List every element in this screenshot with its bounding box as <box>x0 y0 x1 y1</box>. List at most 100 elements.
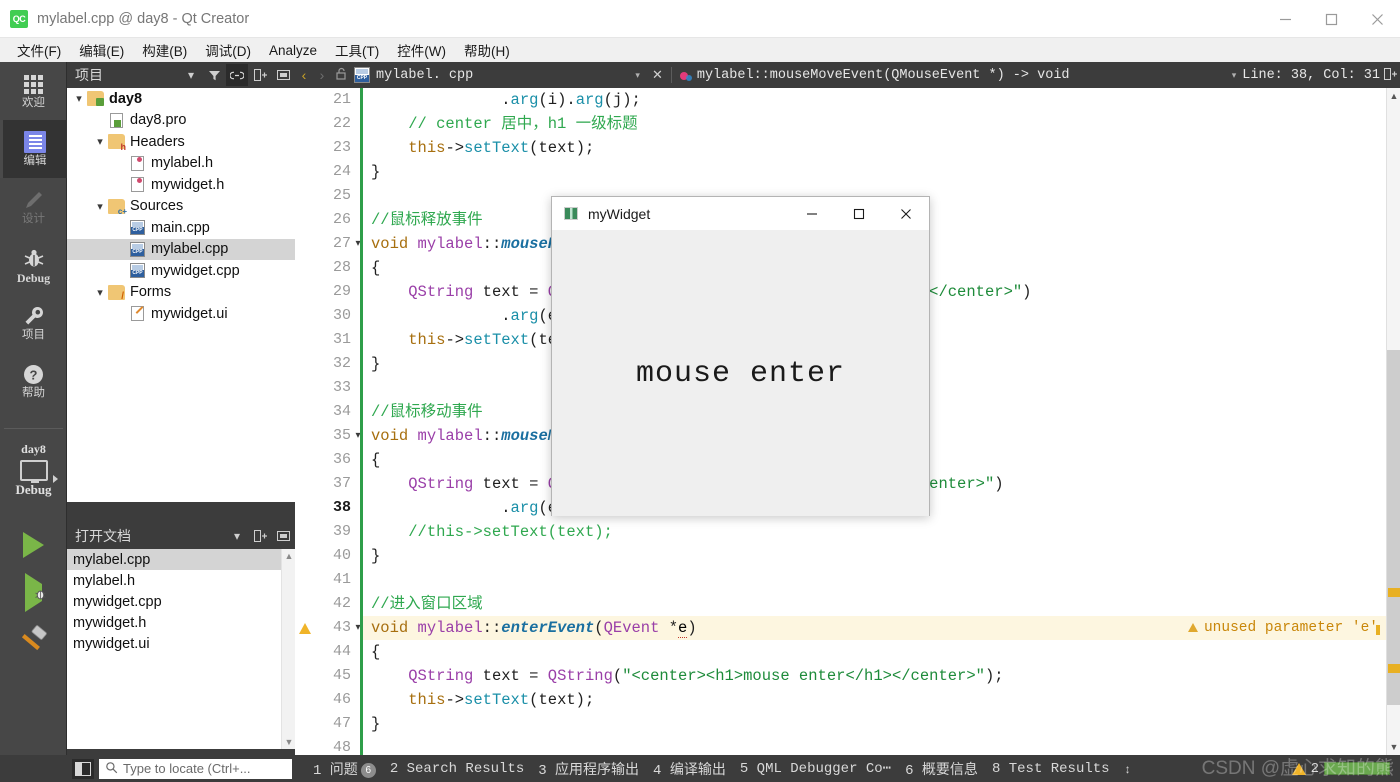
code-line-42[interactable]: //进入窗口区域 <box>371 592 483 616</box>
tree-item-Headers[interactable]: ▾Headers <box>67 131 295 153</box>
editor-scroll-up-icon[interactable]: ▲ <box>1387 88 1400 104</box>
output-pane-2[interactable]: 2 Search Results <box>383 761 531 777</box>
mode-button-帮助[interactable]: ?帮助 <box>0 352 67 410</box>
minimize-button[interactable] <box>1262 1 1308 38</box>
locator-input[interactable]: Type to locate (Ctrl+... <box>99 759 292 779</box>
mywidget-close-button[interactable] <box>882 197 929 230</box>
code-line-34[interactable]: //鼠标移动事件 <box>371 400 483 424</box>
symbol-combobox[interactable]: mylabel::mouseMoveEvent(QMouseEvent *) -… <box>697 68 1070 83</box>
output-pane-updown-icon[interactable]: ↕ <box>1117 762 1139 776</box>
split-editor-icon[interactable] <box>1380 68 1400 83</box>
mywidget-title-bar[interactable]: myWidget <box>552 197 929 231</box>
expand-all-icon-docs[interactable] <box>249 525 271 547</box>
navigate-back-button[interactable]: ‹ <box>295 67 313 83</box>
maximize-button[interactable] <box>1308 1 1354 38</box>
tree-item-Forms[interactable]: ▾Forms <box>67 282 295 304</box>
debug-button[interactable] <box>0 570 67 616</box>
symbol-dropdown-caret-icon[interactable]: ▾ <box>1232 70 1237 81</box>
code-line-47[interactable]: } <box>371 712 380 736</box>
tree-item-mywidget.cpp[interactable]: mywidget.cpp <box>67 260 295 282</box>
scroll-up-icon[interactable]: ▲ <box>282 549 295 563</box>
menu-analyze[interactable]: Analyze <box>260 41 326 60</box>
open-document-mywidget.ui[interactable]: mywidget.ui <box>67 633 295 654</box>
editor-scrollbar[interactable]: ▲ ▼ <box>1386 88 1400 755</box>
editor-file-name[interactable]: mylabel. cpp <box>376 68 473 83</box>
expand-all-icon[interactable] <box>249 64 271 86</box>
tree-item-mywidget.h[interactable]: mywidget.h <box>67 174 295 196</box>
open-document-mylabel.cpp[interactable]: mylabel.cpp <box>67 549 295 570</box>
code-line-36[interactable]: { <box>371 448 380 472</box>
open-documents-list[interactable]: mylabel.cppmylabel.hmywidget.cppmywidget… <box>67 549 295 749</box>
chevron-down-icon-docs[interactable]: ▾ <box>226 525 248 547</box>
mode-button-编辑[interactable]: 编辑 <box>0 120 67 178</box>
line-number-gutter[interactable]: 21222324252627▾2829303132333435▾36373839… <box>295 88 360 755</box>
output-pane-7[interactable]: 8 Test Results <box>985 761 1117 777</box>
menu-help[interactable]: 帮助(H) <box>455 38 519 62</box>
open-document-mylabel.h[interactable]: mylabel.h <box>67 570 295 591</box>
link-icon[interactable] <box>226 64 248 86</box>
menu-edit[interactable]: 编辑(E) <box>70 38 133 62</box>
editor-scroll-thumb[interactable] <box>1387 350 1400 705</box>
output-pane-5[interactable]: 5 QML Debugger Co⋯ <box>733 760 898 777</box>
close-button[interactable] <box>1354 1 1400 38</box>
mode-button-Debug[interactable]: Debug <box>0 236 67 294</box>
kit-selector[interactable]: day8 Debug <box>0 442 67 498</box>
open-documents-scrollbar[interactable]: ▲ ▼ <box>281 549 295 749</box>
chevron-down-icon[interactable]: ▾ <box>92 200 108 213</box>
menu-window[interactable]: 控件(W) <box>388 38 455 62</box>
project-tree[interactable]: ▾day8day8.pro▾Headersmylabel.hmywidget.h… <box>67 88 295 502</box>
chevron-down-icon[interactable]: ▾ <box>71 92 87 105</box>
filter-icon[interactable] <box>203 64 225 86</box>
code-line-43[interactable]: void mylabel::enterEvent(QEvent *e) <box>371 616 697 640</box>
code-line-39[interactable]: //this->setText(text); <box>371 520 613 544</box>
tree-item-day8.pro[interactable]: day8.pro <box>67 110 295 132</box>
build-button[interactable] <box>0 618 67 664</box>
output-pane-6[interactable]: 6 概要信息 <box>898 759 985 779</box>
tree-item-mylabel.h[interactable]: mylabel.h <box>67 153 295 175</box>
line-warning-icon[interactable] <box>299 623 311 634</box>
code-line-46[interactable]: this->setText(text); <box>371 688 594 712</box>
code-line-21[interactable]: .arg(i).arg(j); <box>371 88 641 112</box>
code-line-24[interactable]: } <box>371 160 380 184</box>
menu-tools[interactable]: 工具(T) <box>326 38 388 62</box>
open-document-mywidget.h[interactable]: mywidget.h <box>67 612 295 633</box>
code-line-28[interactable]: { <box>371 256 380 280</box>
output-pane-1[interactable]: 1 问题6 <box>306 759 383 779</box>
mywidget-minimize-button[interactable] <box>788 197 835 230</box>
menu-build[interactable]: 构建(B) <box>133 38 196 62</box>
file-dropdown-caret-icon[interactable]: ▾ <box>635 70 640 81</box>
tree-item-Sources[interactable]: ▾Sources <box>67 196 295 218</box>
tree-item-day8[interactable]: ▾day8 <box>67 88 295 110</box>
mywidget-window[interactable]: myWidget mouse enter <box>551 196 930 516</box>
mode-button-项目[interactable]: 项目 <box>0 294 67 352</box>
code-line-22[interactable]: // center 居中，h1 一级标题 <box>371 112 638 136</box>
chevron-down-icon[interactable]: ▾ <box>180 64 202 86</box>
code-line-44[interactable]: { <box>371 640 380 664</box>
code-line-26[interactable]: //鼠标释放事件 <box>371 208 483 232</box>
collapse-panel-icon-docs[interactable] <box>272 525 294 547</box>
chevron-down-icon[interactable]: ▾ <box>92 286 108 299</box>
inline-warning-annotation[interactable]: unused parameter 'e' <box>1176 616 1386 640</box>
toggle-sidebar-button[interactable] <box>72 759 94 779</box>
code-line-32[interactable]: } <box>371 352 380 376</box>
run-button[interactable] <box>0 522 67 568</box>
lock-icon[interactable] <box>331 67 351 83</box>
menu-debug[interactable]: 调试(D) <box>196 38 260 62</box>
navigate-forward-button[interactable]: › <box>313 67 331 83</box>
output-pane-4[interactable]: 4 编译输出 <box>646 759 733 779</box>
collapse-panel-icon[interactable] <box>272 64 294 86</box>
tree-item-mylabel.cpp[interactable]: mylabel.cpp <box>67 239 295 261</box>
tree-item-main.cpp[interactable]: main.cpp <box>67 217 295 239</box>
scroll-down-icon[interactable]: ▼ <box>282 735 295 749</box>
output-pane-3[interactable]: 3 应用程序输出 <box>531 759 646 779</box>
code-line-45[interactable]: QString text = QString("<center><h1>mous… <box>371 664 1004 688</box>
code-line-40[interactable]: } <box>371 544 380 568</box>
chevron-down-icon[interactable]: ▾ <box>92 135 108 148</box>
editor-scroll-down-icon[interactable]: ▼ <box>1387 739 1400 755</box>
open-document-mywidget.cpp[interactable]: mywidget.cpp <box>67 591 295 612</box>
tree-item-mywidget.ui[interactable]: mywidget.ui <box>67 303 295 325</box>
code-line-23[interactable]: this->setText(text); <box>371 136 594 160</box>
mode-button-欢迎[interactable]: 欢迎 <box>0 62 67 120</box>
menu-file[interactable]: 文件(F) <box>8 38 70 62</box>
close-document-button[interactable]: ✕ <box>648 67 667 83</box>
